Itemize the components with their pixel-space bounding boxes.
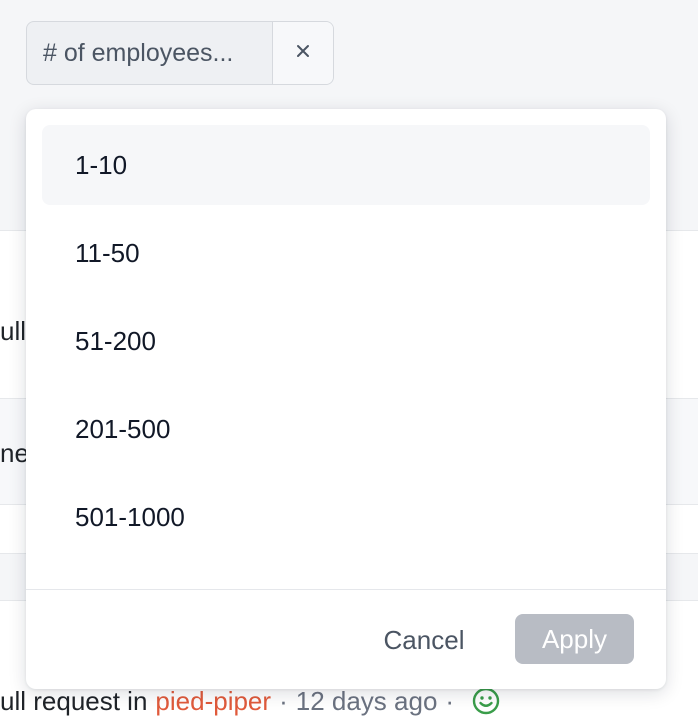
dropdown-footer: Cancel Apply	[26, 589, 666, 689]
option-11-50[interactable]: 11-50	[42, 213, 650, 293]
smiley-icon[interactable]	[472, 687, 500, 715]
feed-text-fragment: ull	[0, 316, 27, 346]
apply-button[interactable]: Apply	[515, 614, 634, 664]
filter-label[interactable]: # of employees...	[27, 22, 273, 84]
option-501-1000[interactable]: 501-1000	[42, 477, 650, 557]
activity-time: 12 days ago	[295, 686, 438, 716]
option-51-200[interactable]: 51-200	[42, 301, 650, 381]
activity-line: ull request in pied-piper · 12 days ago …	[0, 684, 500, 718]
close-icon	[295, 43, 311, 64]
separator: ·	[279, 686, 288, 716]
option-list: 1-10 11-50 51-200 201-500 501-1000	[42, 125, 650, 565]
clear-filter-button[interactable]	[273, 22, 333, 84]
employee-count-filter[interactable]: # of employees...	[26, 21, 334, 85]
option-201-500[interactable]: 201-500	[42, 389, 650, 469]
cancel-button[interactable]: Cancel	[366, 616, 482, 664]
separator: ·	[445, 686, 455, 716]
option-1-10[interactable]: 1-10	[42, 125, 650, 205]
employee-count-dropdown: 1-10 11-50 51-200 201-500 501-1000 Cance…	[26, 109, 666, 689]
activity-text: ull request in	[0, 686, 148, 716]
repo-link[interactable]: pied-piper	[155, 684, 271, 718]
